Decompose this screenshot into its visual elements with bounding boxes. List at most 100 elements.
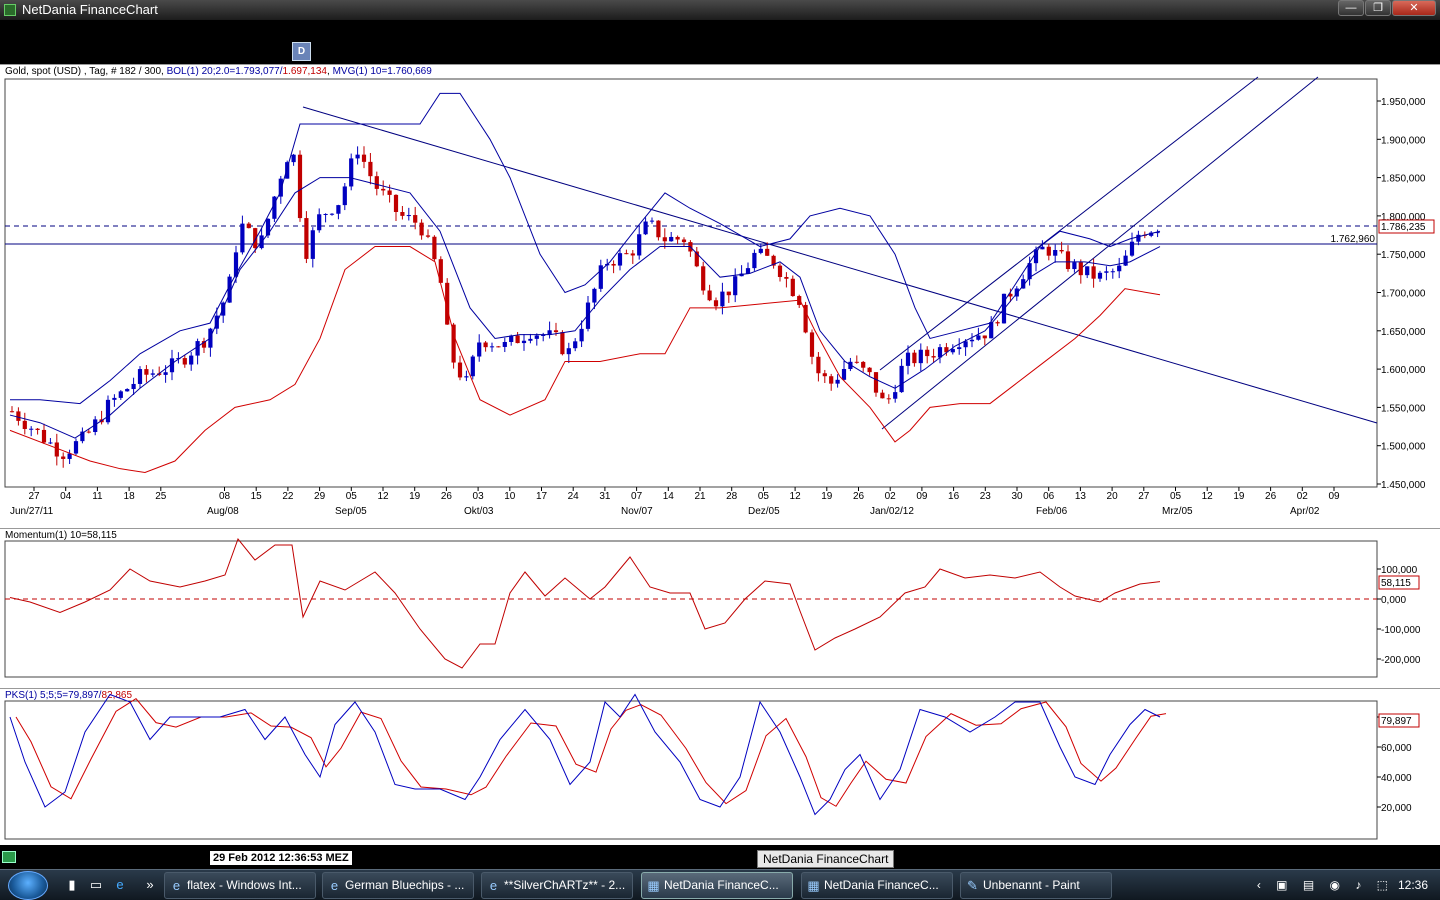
candle-body (720, 291, 725, 307)
candle-body (304, 218, 309, 259)
maximize-button[interactable]: ❐ (1365, 0, 1391, 16)
candle-body (989, 322, 994, 339)
x-tick-label: 29 (314, 491, 326, 502)
candle-body (323, 213, 328, 215)
candle-body (566, 348, 571, 355)
x-month-label: Feb/06 (1036, 506, 1068, 517)
pks-chart-svg[interactable]: 80,00060,00040,00020,00079,897 (0, 689, 1440, 846)
taskbar-item[interactable]: ▦ NetDania FinanceC... (641, 872, 793, 899)
taskbar-item[interactable]: ✎ Unbenannt - Paint (960, 872, 1112, 899)
x-tick-label: 10 (504, 491, 516, 502)
candle-body (777, 265, 783, 277)
candle-body (662, 237, 667, 242)
x-tick-label: 31 (599, 491, 611, 502)
x-tick-label: 28 (726, 491, 738, 502)
x-month-label: Mrz/05 (1162, 506, 1193, 517)
candle-body (854, 361, 859, 363)
candle-body (355, 154, 360, 159)
candle-body (643, 221, 648, 235)
x-tick-label: 05 (1170, 491, 1182, 502)
candle-body (931, 356, 936, 358)
taskbar-item[interactable]: e **SilverChARTz** - 2... (481, 872, 633, 899)
candle-body (387, 190, 392, 195)
candle-body (342, 186, 347, 206)
momentum-chart-svg[interactable]: 100,000 0,000 -100,000 -200,000 58,115 (0, 529, 1440, 689)
x-tick-label: 05 (758, 491, 770, 502)
candle-body (240, 223, 245, 253)
connection-icon (2, 851, 16, 863)
candle-body (189, 355, 194, 365)
price-box-value: 1.786,235 (1381, 222, 1426, 233)
candle-body (54, 442, 59, 457)
candle-body (368, 161, 373, 177)
candle-body (137, 369, 143, 384)
x-tick-label: 23 (980, 491, 992, 502)
more-quicklaunch-icon[interactable]: » (142, 877, 158, 893)
candle-body (784, 276, 789, 279)
x-month-label: Jun/27/11 (10, 506, 54, 517)
candle-body (470, 356, 475, 377)
candle-body (457, 362, 463, 378)
candle-body (349, 158, 354, 187)
y-tick-label: 1.900,000 (1381, 135, 1426, 146)
candle-body (733, 276, 738, 296)
x-month-label: Dez/05 (748, 506, 780, 517)
candle-body (861, 361, 866, 368)
x-tick-label: 26 (441, 491, 453, 502)
candle-body (502, 341, 507, 347)
taskbar-item[interactable]: e German Bluechips - ... (322, 872, 474, 899)
taskbar-item[interactable]: ▦ NetDania FinanceC... (801, 872, 953, 899)
x-month-label: Aug/08 (207, 506, 239, 517)
ie-icon: e (489, 878, 498, 893)
taskbar-item-label: NetDania FinanceC... (664, 878, 779, 892)
candle-body (310, 230, 315, 259)
status-bar: 29 Feb 2012 12:36:53 MEZ (0, 845, 1440, 869)
momentum-y-label: 0,000 (1381, 595, 1406, 606)
candle-body (16, 411, 21, 421)
candle-body (425, 235, 431, 237)
y-tick-label: 1.850,000 (1381, 174, 1426, 185)
candle-body (118, 391, 123, 398)
x-tick-label: 12 (377, 491, 389, 502)
taskbar-item-label: flatex - Windows Int... (187, 878, 302, 892)
start-button[interactable] (8, 871, 48, 900)
x-tick-label: 04 (60, 491, 72, 502)
price-chart-svg[interactable]: 1.950,0001.900,0001.850,0001.800,0001.75… (0, 65, 1440, 529)
minimize-button[interactable]: — (1338, 0, 1364, 16)
title-bar[interactable]: NetDania FinanceChart — ❐ ✕ (0, 0, 1440, 20)
candle-body (291, 154, 296, 163)
candle-body (265, 218, 271, 236)
candle-body (246, 223, 251, 229)
x-tick-label: 30 (1011, 491, 1023, 502)
taskbar-tooltip: NetDania FinanceChart (757, 850, 895, 868)
candle-body (361, 154, 367, 162)
price-chart-pane[interactable]: Gold, spot (USD) , Tag, # 182 / 300, BOL… (0, 64, 1440, 528)
window-controls: — ❐ ✕ (1337, 0, 1436, 18)
close-button[interactable]: ✕ (1392, 0, 1436, 16)
x-tick-label: 12 (790, 491, 802, 502)
candle-body (918, 349, 923, 364)
candle-body (1053, 249, 1058, 256)
candle-body (893, 392, 898, 399)
candle-body (611, 263, 616, 266)
d-tool-button[interactable]: D (292, 42, 311, 61)
x-tick-label: 02 (1297, 491, 1309, 502)
momentum-pane[interactable]: Momentum(1) 10=58,115 100,000 0,000 -100,0… (0, 528, 1440, 688)
pks-pane[interactable]: PKS(1) 5;5;5=79,897/82,865 80,00060,0004… (0, 688, 1440, 845)
candle-body (374, 176, 379, 189)
desktop-icon[interactable]: ▭ (88, 877, 104, 893)
folder-icon[interactable]: ▮ (64, 877, 80, 893)
clock[interactable]: 12:36 (1398, 878, 1428, 892)
tray-icons[interactable]: ‹ ▣ ▤ ◉ ♪ ⬚ (1257, 878, 1394, 892)
candle-body (656, 220, 661, 238)
candle-body (61, 456, 66, 459)
candle-body (451, 324, 456, 363)
taskbar-item[interactable]: e flatex - Windows Int... (164, 872, 316, 899)
candle-body (713, 300, 719, 307)
ie-icon: e (172, 878, 181, 893)
candle-body (496, 346, 501, 348)
hline-value-label: 1.762,960 (1331, 234, 1376, 245)
ie-icon[interactable]: e (112, 877, 128, 893)
x-tick-label: 05 (346, 491, 358, 502)
candle-body (829, 376, 834, 384)
